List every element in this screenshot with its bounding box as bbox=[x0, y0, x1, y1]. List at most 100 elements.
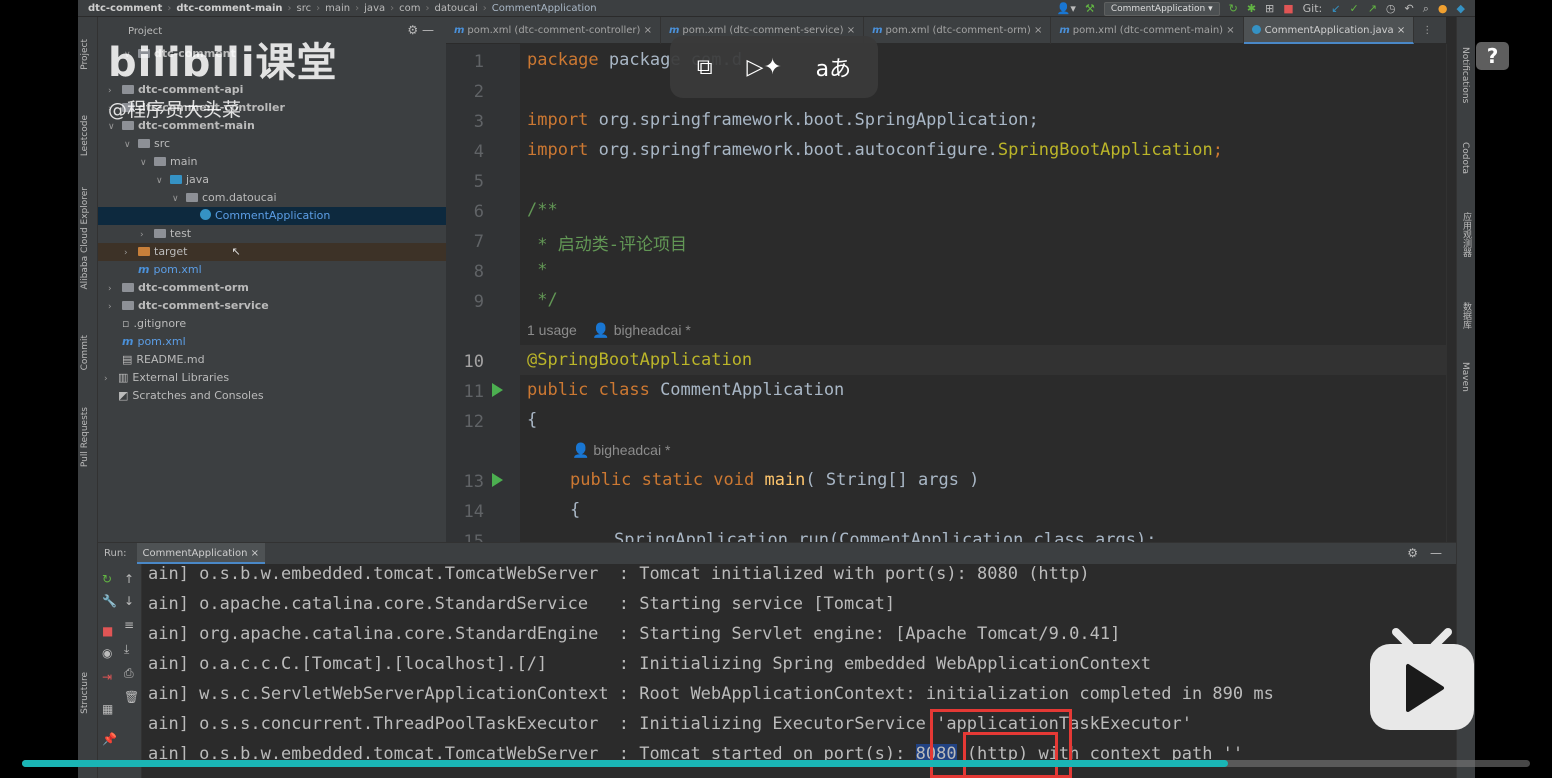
plugin-icon[interactable]: ◆ bbox=[1457, 2, 1465, 15]
line-number: 8 bbox=[473, 262, 484, 282]
bilibili-tv-icon[interactable] bbox=[1366, 628, 1476, 731]
tab-notifications[interactable]: Notifications bbox=[1460, 47, 1470, 103]
inlay-hint-usage[interactable]: 1 usage 👤 bigheadcai * bbox=[527, 322, 691, 339]
rerun-icon[interactable]: ↻ bbox=[1229, 2, 1238, 15]
line-number: 14 bbox=[463, 502, 484, 522]
print-icon[interactable]: ⎙ bbox=[124, 666, 134, 681]
tree-item-scratches[interactable]: ◩ Scratches and Consoles bbox=[98, 387, 446, 405]
gear-icon[interactable]: ⚙ — bbox=[407, 23, 434, 37]
tree-item-main[interactable]: ∨ main bbox=[98, 153, 446, 171]
tree-item-root-pom[interactable]: m pom.xml bbox=[98, 333, 446, 351]
line-number: 13 bbox=[463, 472, 484, 492]
search-icon[interactable]: ⌕ bbox=[1423, 2, 1429, 16]
tree-item-comment-application[interactable]: CommentApplication bbox=[98, 207, 446, 225]
pip-icon[interactable]: ⧉ bbox=[697, 55, 713, 80]
tab-codota[interactable]: Codota bbox=[1460, 142, 1470, 174]
tree-item-gitignore[interactable]: ▫ .gitignore bbox=[98, 315, 446, 333]
up-arrow-icon[interactable]: ↑ bbox=[124, 572, 134, 586]
soft-wrap-icon[interactable]: ≡ bbox=[124, 618, 134, 632]
run-config-select[interactable]: CommentApplication ▾ bbox=[1103, 1, 1220, 16]
tab-maven[interactable]: Maven bbox=[1460, 362, 1470, 392]
run-toolbar: ↻ 🔧 ■ ◉ ⇥ ▦ 📌 bbox=[98, 564, 120, 778]
line-number: 6 bbox=[473, 202, 484, 222]
update-icon[interactable]: ↙ bbox=[1331, 2, 1340, 15]
code-line-9: */ bbox=[527, 290, 558, 310]
code-line-13: public static void main( String[] args ) bbox=[570, 470, 980, 490]
tab-database[interactable]: 数据库 bbox=[1460, 302, 1473, 329]
tree-item-readme[interactable]: ▤ README.md bbox=[98, 351, 446, 369]
tab-pom-controller[interactable]: m pom.xml (dtc-comment-controller) × bbox=[446, 17, 661, 44]
line-number: 2 bbox=[473, 82, 484, 102]
breadcrumb-item[interactable]: src bbox=[297, 3, 312, 14]
tab-pull-requests[interactable]: Pull Requests bbox=[80, 407, 90, 467]
run-gutter-icon[interactable] bbox=[492, 473, 503, 487]
tree-item-dtc-comment-orm[interactable]: › dtc-comment-orm bbox=[98, 279, 446, 297]
breadcrumb-item[interactable]: main bbox=[325, 3, 350, 14]
main-toolbar: 👤▾ ⚒ CommentApplication ▾ ↻ ✱ ⊞ ■ Git: ↙… bbox=[1057, 0, 1465, 17]
camera-icon[interactable]: ◉ bbox=[102, 646, 112, 660]
code-line-6: /** bbox=[527, 200, 558, 220]
tab-pom-main[interactable]: m pom.xml (dtc-comment-main) × bbox=[1051, 17, 1244, 44]
line-number: 7 bbox=[473, 232, 484, 252]
hammer-icon[interactable]: ⚒ bbox=[1085, 2, 1095, 15]
ai-video-icon[interactable]: ▷✦ bbox=[746, 55, 781, 80]
exit-icon[interactable]: ⇥ bbox=[102, 670, 112, 684]
breadcrumb-item[interactable]: datoucai bbox=[434, 3, 477, 14]
tab-commit[interactable]: Commit bbox=[80, 335, 90, 370]
tree-item-pom[interactable]: m pom.xml bbox=[98, 261, 446, 279]
update-ide-icon[interactable]: ● bbox=[1438, 2, 1448, 15]
tree-item-target[interactable]: › target ↖ bbox=[98, 243, 446, 261]
line-number: 11 bbox=[463, 382, 484, 402]
debug-icon[interactable]: ✱ bbox=[1247, 2, 1256, 15]
code-editor[interactable]: package package com.d import org.springf… bbox=[520, 44, 1446, 542]
rerun-icon[interactable]: ↻ bbox=[102, 572, 112, 586]
tree-item-test[interactable]: › test bbox=[98, 225, 446, 243]
tree-item-external-libraries[interactable]: › ▥ External Libraries bbox=[98, 369, 446, 387]
rollback-icon[interactable]: ↶ bbox=[1405, 2, 1414, 15]
commit-icon[interactable]: ✓ bbox=[1349, 2, 1358, 15]
minimize-icon[interactable]: — bbox=[1430, 546, 1442, 560]
tab-structure[interactable]: Structure bbox=[80, 672, 90, 714]
scroll-to-end-icon[interactable]: ⤓ bbox=[124, 642, 129, 657]
tab-project[interactable]: Project bbox=[80, 39, 90, 70]
log-line: ain] o.a.c.c.C.[Tomcat].[localhost].[/] … bbox=[148, 654, 1152, 674]
breadcrumb-item[interactable]: dtc-comment bbox=[88, 3, 162, 14]
tab-pom-orm[interactable]: m pom.xml (dtc-comment-orm) × bbox=[864, 17, 1052, 44]
line-number: 12 bbox=[463, 412, 484, 432]
user-icon[interactable]: 👤▾ bbox=[1057, 2, 1076, 15]
tab-alibaba-cloud-explorer[interactable]: Alibaba Cloud Explorer bbox=[80, 187, 90, 290]
push-icon[interactable]: ↗ bbox=[1368, 2, 1377, 15]
stop-icon[interactable]: ■ bbox=[102, 624, 113, 638]
tab-comment-application[interactable]: CommentApplication.java × bbox=[1243, 17, 1415, 44]
tree-item-java[interactable]: ∨ java bbox=[98, 171, 446, 189]
git-label: Git: bbox=[1302, 2, 1323, 15]
wrench-icon[interactable]: 🔧 bbox=[102, 594, 117, 608]
translate-icon[interactable]: aあ bbox=[816, 51, 851, 83]
line-number: 1 bbox=[473, 52, 484, 72]
breadcrumb-item[interactable]: dtc-comment-main bbox=[176, 3, 282, 14]
tab-app-observer[interactable]: 应用观测器 bbox=[1460, 212, 1473, 257]
mouse-cursor-icon: ↖ bbox=[231, 245, 241, 258]
breadcrumb-item[interactable]: CommentApplication bbox=[492, 3, 597, 14]
help-button[interactable]: ? bbox=[1476, 42, 1509, 70]
coverage-icon[interactable]: ⊞ bbox=[1265, 2, 1274, 15]
inlay-hint-author[interactable]: 👤 bigheadcai * bbox=[572, 442, 670, 459]
gear-icon[interactable]: ⚙ bbox=[1407, 546, 1418, 560]
breadcrumb-item[interactable]: com bbox=[399, 3, 420, 14]
video-progress-bar[interactable] bbox=[22, 760, 1530, 767]
run-panel-header: Run: CommentApplication × ⚙ — bbox=[98, 543, 1456, 564]
run-gutter-icon[interactable] bbox=[492, 383, 503, 397]
layout-icon[interactable]: ▦ bbox=[102, 702, 113, 716]
history-icon[interactable]: ◷ bbox=[1386, 2, 1396, 15]
tab-leetcode[interactable]: Leetcode bbox=[80, 115, 90, 156]
trash-icon[interactable]: 🗑 bbox=[124, 690, 139, 704]
down-arrow-icon[interactable]: ↓ bbox=[124, 594, 134, 608]
stop-icon[interactable]: ■ bbox=[1283, 2, 1293, 15]
run-tab-comment-application[interactable]: CommentApplication × bbox=[136, 543, 265, 564]
breadcrumb-item[interactable]: java bbox=[364, 3, 385, 14]
tab-overflow-icon[interactable]: ⋮ bbox=[1414, 17, 1440, 44]
pin-icon[interactable]: 📌 bbox=[102, 732, 117, 746]
tree-item-src[interactable]: ∨ src bbox=[98, 135, 446, 153]
tree-item-package[interactable]: ∨ com.datoucai bbox=[98, 189, 446, 207]
tree-item-dtc-comment-service[interactable]: › dtc-comment-service bbox=[98, 297, 446, 315]
